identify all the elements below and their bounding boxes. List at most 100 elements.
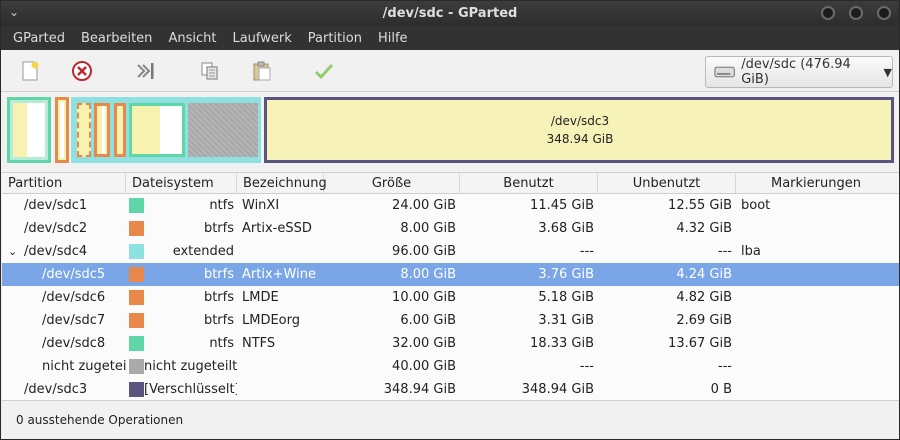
partition-cell: /dev/sdc8	[2, 336, 126, 351]
label-cell: LMDE	[242, 290, 279, 305]
menu-ansicht[interactable]: Ansicht	[160, 31, 224, 46]
resize-move-button[interactable]	[133, 58, 159, 84]
label-cell: WinXI	[242, 198, 280, 213]
label-cell: NTFS	[242, 336, 276, 351]
col-unbenutzt[interactable]: Unbenutzt	[598, 173, 736, 193]
table-row[interactable]: /dev/sdc7 btrfs LMDEorg 6.00 GiB 3.31 GiB 2.6…	[2, 309, 899, 332]
table-row[interactable]: /dev/sdc5 btrfs Artix+Wine 8.00 GiB 3.76 GiB…	[2, 263, 899, 286]
copy-button[interactable]	[197, 58, 223, 84]
maximize-button[interactable]	[849, 6, 863, 20]
delete-icon	[72, 61, 92, 81]
map-sdc2[interactable]	[55, 97, 69, 163]
col-groesse[interactable]: Größe	[324, 173, 460, 193]
minimize-button[interactable]	[821, 6, 835, 20]
filesystem-name: ntfs	[209, 198, 234, 213]
used-cell: 3.31 GiB	[538, 313, 594, 328]
filesystem-cell: ntfs	[126, 198, 237, 213]
disk-icon	[714, 66, 735, 78]
menubar: GParted Bearbeiten Ansicht Laufwerk Part…	[1, 26, 899, 50]
close-button[interactable]	[877, 6, 891, 20]
window-controls	[821, 6, 891, 20]
map-sdc8[interactable]	[129, 103, 185, 157]
unused-cell: ---	[717, 244, 732, 259]
copy-icon	[201, 62, 218, 80]
partition-cell: nicht zugeteilt	[2, 359, 126, 374]
partition-table: Partition Dateisystem Bezeichnung Größe …	[2, 172, 899, 401]
map-unallocated[interactable]	[188, 103, 258, 157]
col-dateisystem[interactable]: Dateisystem	[126, 173, 237, 193]
fs-color-swatch	[129, 336, 144, 351]
used-cell: ---	[579, 359, 594, 374]
size-cell: 6.00 GiB	[400, 313, 456, 328]
partition-name: /dev/sdc8	[42, 336, 106, 351]
filesystem-cell: nicht zugeteilt	[126, 359, 237, 374]
size-cell: 32.00 GiB	[392, 336, 456, 351]
filesystem-name: btrfs	[203, 313, 234, 328]
device-selector[interactable]: /dev/sdc (476.94 GiB) ▼	[705, 56, 893, 88]
used-cell: 3.68 GiB	[538, 221, 594, 236]
apply-button[interactable]	[311, 58, 337, 84]
paste-button[interactable]	[249, 58, 275, 84]
window-title: /dev/sdc - GParted	[382, 6, 518, 21]
table-row[interactable]: ⌄/dev/sdc4 extended 96.00 GiB --- --- lba	[2, 240, 899, 263]
partition-name: /dev/sdc6	[42, 290, 106, 305]
apply-icon	[314, 63, 334, 80]
menu-laufwerk[interactable]: Laufwerk	[224, 31, 299, 46]
table-row[interactable]: /dev/sdc3 [Verschlüsselt] 348.94 GiB 348.94…	[2, 378, 899, 401]
menu-partition[interactable]: Partition	[300, 31, 370, 46]
unused-cell: 0 B	[710, 382, 732, 397]
size-cell: 8.00 GiB	[400, 221, 456, 236]
table-row[interactable]: /dev/sdc1 ntfs WinXI 24.00 GiB 11.45 GiB 12.5…	[2, 194, 899, 217]
map-sdc3-size: 348.94 GiB	[546, 132, 614, 146]
map-sdc5[interactable]	[77, 103, 91, 157]
map-sdc1[interactable]	[7, 97, 51, 163]
unused-cell: 13.67 GiB	[668, 336, 732, 351]
fs-color-swatch	[129, 359, 144, 374]
map-sdc3-label: /dev/sdc3 348.94 GiB	[266, 97, 894, 163]
col-bezeichnung[interactable]: Bezeichnung	[237, 173, 327, 193]
menu-hilfe[interactable]: Hilfe	[370, 31, 416, 46]
filesystem-cell: ntfs	[126, 336, 237, 351]
map-sdc6[interactable]	[94, 103, 110, 157]
table-row[interactable]: /dev/sdc8 ntfs NTFS 32.00 GiB 18.33 GiB 13.67…	[2, 332, 899, 355]
flags-cell: lba	[741, 244, 761, 259]
menu-gparted[interactable]: GParted	[5, 31, 73, 46]
table-header: Partition Dateisystem Bezeichnung Größe …	[2, 172, 899, 194]
table-row[interactable]: /dev/sdc2 btrfs Artix-eSSD 8.00 GiB 3.68 GiB…	[2, 217, 899, 240]
partition-cell: /dev/sdc7	[2, 313, 126, 328]
partition-name: /dev/sdc3	[24, 382, 88, 397]
filesystem-name: btrfs	[203, 221, 234, 236]
paste-icon	[253, 61, 271, 81]
partition-name: /dev/sdc2	[24, 221, 88, 236]
size-cell: 8.00 GiB	[400, 267, 456, 282]
partition-cell: /dev/sdc1	[2, 198, 126, 213]
unused-cell: ---	[717, 359, 732, 374]
filesystem-cell: btrfs	[126, 313, 237, 328]
window-menu-chevron-icon[interactable]: ⌄	[9, 5, 19, 19]
map-sdc7[interactable]	[114, 103, 126, 157]
unused-cell: 12.55 GiB	[668, 198, 732, 213]
gparted-window: ⌄ /dev/sdc - GParted GParted Bearbeiten …	[0, 0, 900, 440]
label-cell: Artix-eSSD	[242, 221, 312, 236]
delete-partition-button[interactable]	[69, 58, 95, 84]
partition-name: nicht zugeteilt	[42, 359, 126, 374]
table-row[interactable]: nicht zugeteilt nicht zugeteilt 40.00 GiB -…	[2, 355, 899, 378]
new-partition-button[interactable]	[17, 58, 43, 84]
chevron-down-icon: ▼	[883, 65, 892, 79]
expander-icon[interactable]: ⌄	[8, 245, 17, 258]
partition-map: /dev/sdc3 348.94 GiB	[1, 92, 899, 172]
device-selector-label: /dev/sdc (476.94 GiB)	[741, 57, 851, 87]
fs-color-swatch	[129, 244, 144, 259]
fs-color-swatch	[129, 221, 144, 236]
menu-bearbeiten[interactable]: Bearbeiten	[73, 31, 160, 46]
status-text: 0 ausstehende Operationen	[16, 412, 184, 427]
table-row[interactable]: /dev/sdc6 btrfs LMDE 10.00 GiB 5.18 GiB 4.82 …	[2, 286, 899, 309]
map-sdc4[interactable]	[71, 97, 261, 163]
fs-color-swatch	[129, 290, 144, 305]
col-partition[interactable]: Partition	[2, 173, 126, 193]
col-markierungen[interactable]: Markierungen	[736, 173, 896, 193]
size-cell: 348.94 GiB	[383, 382, 456, 397]
partition-cell: ⌄/dev/sdc4	[2, 244, 126, 259]
filesystem-name: btrfs	[203, 290, 234, 305]
col-benutzt[interactable]: Benutzt	[460, 173, 598, 193]
